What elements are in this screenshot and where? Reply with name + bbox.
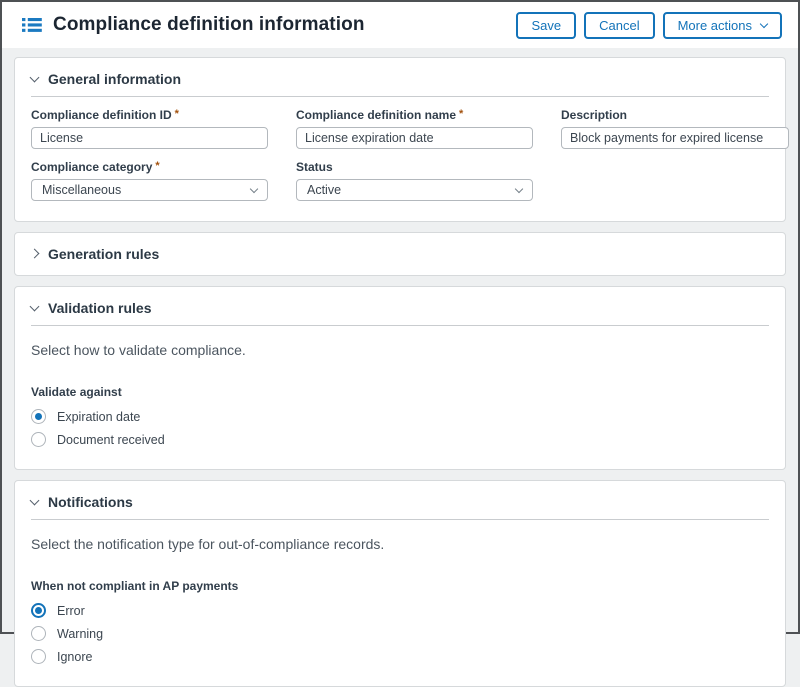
chevron-down-icon <box>250 184 258 192</box>
chevron-down-icon <box>30 301 40 311</box>
radio-button-icon[interactable] <box>31 409 46 424</box>
section-header-general[interactable]: General information <box>15 58 785 96</box>
section-divider <box>31 519 769 520</box>
save-button[interactable]: Save <box>516 12 576 39</box>
ap-payments-label: When not compliant in AP payments <box>31 579 769 593</box>
radio-button-icon[interactable] <box>31 649 46 664</box>
section-title: Validation rules <box>48 300 151 316</box>
save-button-label: Save <box>531 18 561 33</box>
list-menu-icon[interactable] <box>22 17 42 33</box>
section-general-information: General information Compliance definitio… <box>14 57 786 222</box>
validate-against-label: Validate against <box>31 385 769 399</box>
section-header-generation[interactable]: Generation rules <box>15 233 785 275</box>
field-compliance-category: Compliance category Miscellaneous <box>31 160 268 201</box>
chevron-down-icon <box>515 184 523 192</box>
page-title: Compliance definition information <box>53 14 516 36</box>
cancel-button[interactable]: Cancel <box>584 12 654 39</box>
more-actions-label: More actions <box>678 18 752 33</box>
radio-ignore[interactable]: Ignore <box>31 645 769 668</box>
compliance-definition-id-input[interactable] <box>31 127 268 149</box>
description-input[interactable] <box>561 127 789 149</box>
compliance-definition-name-input[interactable] <box>296 127 533 149</box>
cancel-button-label: Cancel <box>599 18 639 33</box>
section-title: General information <box>48 71 181 87</box>
more-actions-button[interactable]: More actions <box>663 12 782 39</box>
field-compliance-definition-id: Compliance definition ID <box>31 108 268 149</box>
page-header: Compliance definition information Save C… <box>2 2 798 48</box>
status-select[interactable]: Active <box>296 179 533 201</box>
radio-button-icon[interactable] <box>31 603 46 618</box>
chevron-down-icon <box>30 495 40 505</box>
field-label: Status <box>296 160 533 174</box>
header-actions: Save Cancel More actions <box>516 12 782 39</box>
notification-type-radio-group: Error Warning Ignore <box>15 599 785 686</box>
radio-button-icon[interactable] <box>31 432 46 447</box>
selected-value: Miscellaneous <box>42 183 121 197</box>
empty-cell <box>561 160 789 201</box>
field-label: Description <box>561 108 789 122</box>
validate-against-radio-group: Expiration date Document received <box>15 405 785 469</box>
compliance-category-select[interactable]: Miscellaneous <box>31 179 268 201</box>
radio-label: Ignore <box>57 650 92 664</box>
radio-label: Document received <box>57 433 165 447</box>
chevron-down-icon <box>30 72 40 82</box>
radio-expiration-date[interactable]: Expiration date <box>31 405 769 428</box>
selected-value: Active <box>307 183 341 197</box>
field-label: Compliance definition name <box>296 108 533 122</box>
field-status: Status Active <box>296 160 533 201</box>
field-label: Compliance category <box>31 160 268 174</box>
chevron-right-icon <box>30 248 40 258</box>
notifications-intro-text: Select the notification type for out-of-… <box>31 536 769 552</box>
field-compliance-definition-name: Compliance definition name <box>296 108 533 149</box>
page-content: General information Compliance definitio… <box>2 48 798 687</box>
field-label: Compliance definition ID <box>31 108 268 122</box>
radio-label: Error <box>57 604 85 618</box>
section-header-validation[interactable]: Validation rules <box>15 287 785 325</box>
section-header-notifications[interactable]: Notifications <box>15 481 785 519</box>
radio-document-received[interactable]: Document received <box>31 428 769 451</box>
section-notifications: Notifications Select the notification ty… <box>14 480 786 687</box>
section-divider <box>31 325 769 326</box>
section-title: Notifications <box>48 494 133 510</box>
field-description: Description <box>561 108 789 149</box>
general-form: Compliance definition ID Compliance defi… <box>15 97 785 221</box>
validation-intro-text: Select how to validate compliance. <box>31 342 769 358</box>
chevron-down-icon <box>760 19 768 27</box>
section-title: Generation rules <box>48 246 159 262</box>
radio-error[interactable]: Error <box>31 599 769 622</box>
radio-label: Expiration date <box>57 410 140 424</box>
section-validation-rules: Validation rules Select how to validate … <box>14 286 786 470</box>
section-generation-rules: Generation rules <box>14 232 786 276</box>
